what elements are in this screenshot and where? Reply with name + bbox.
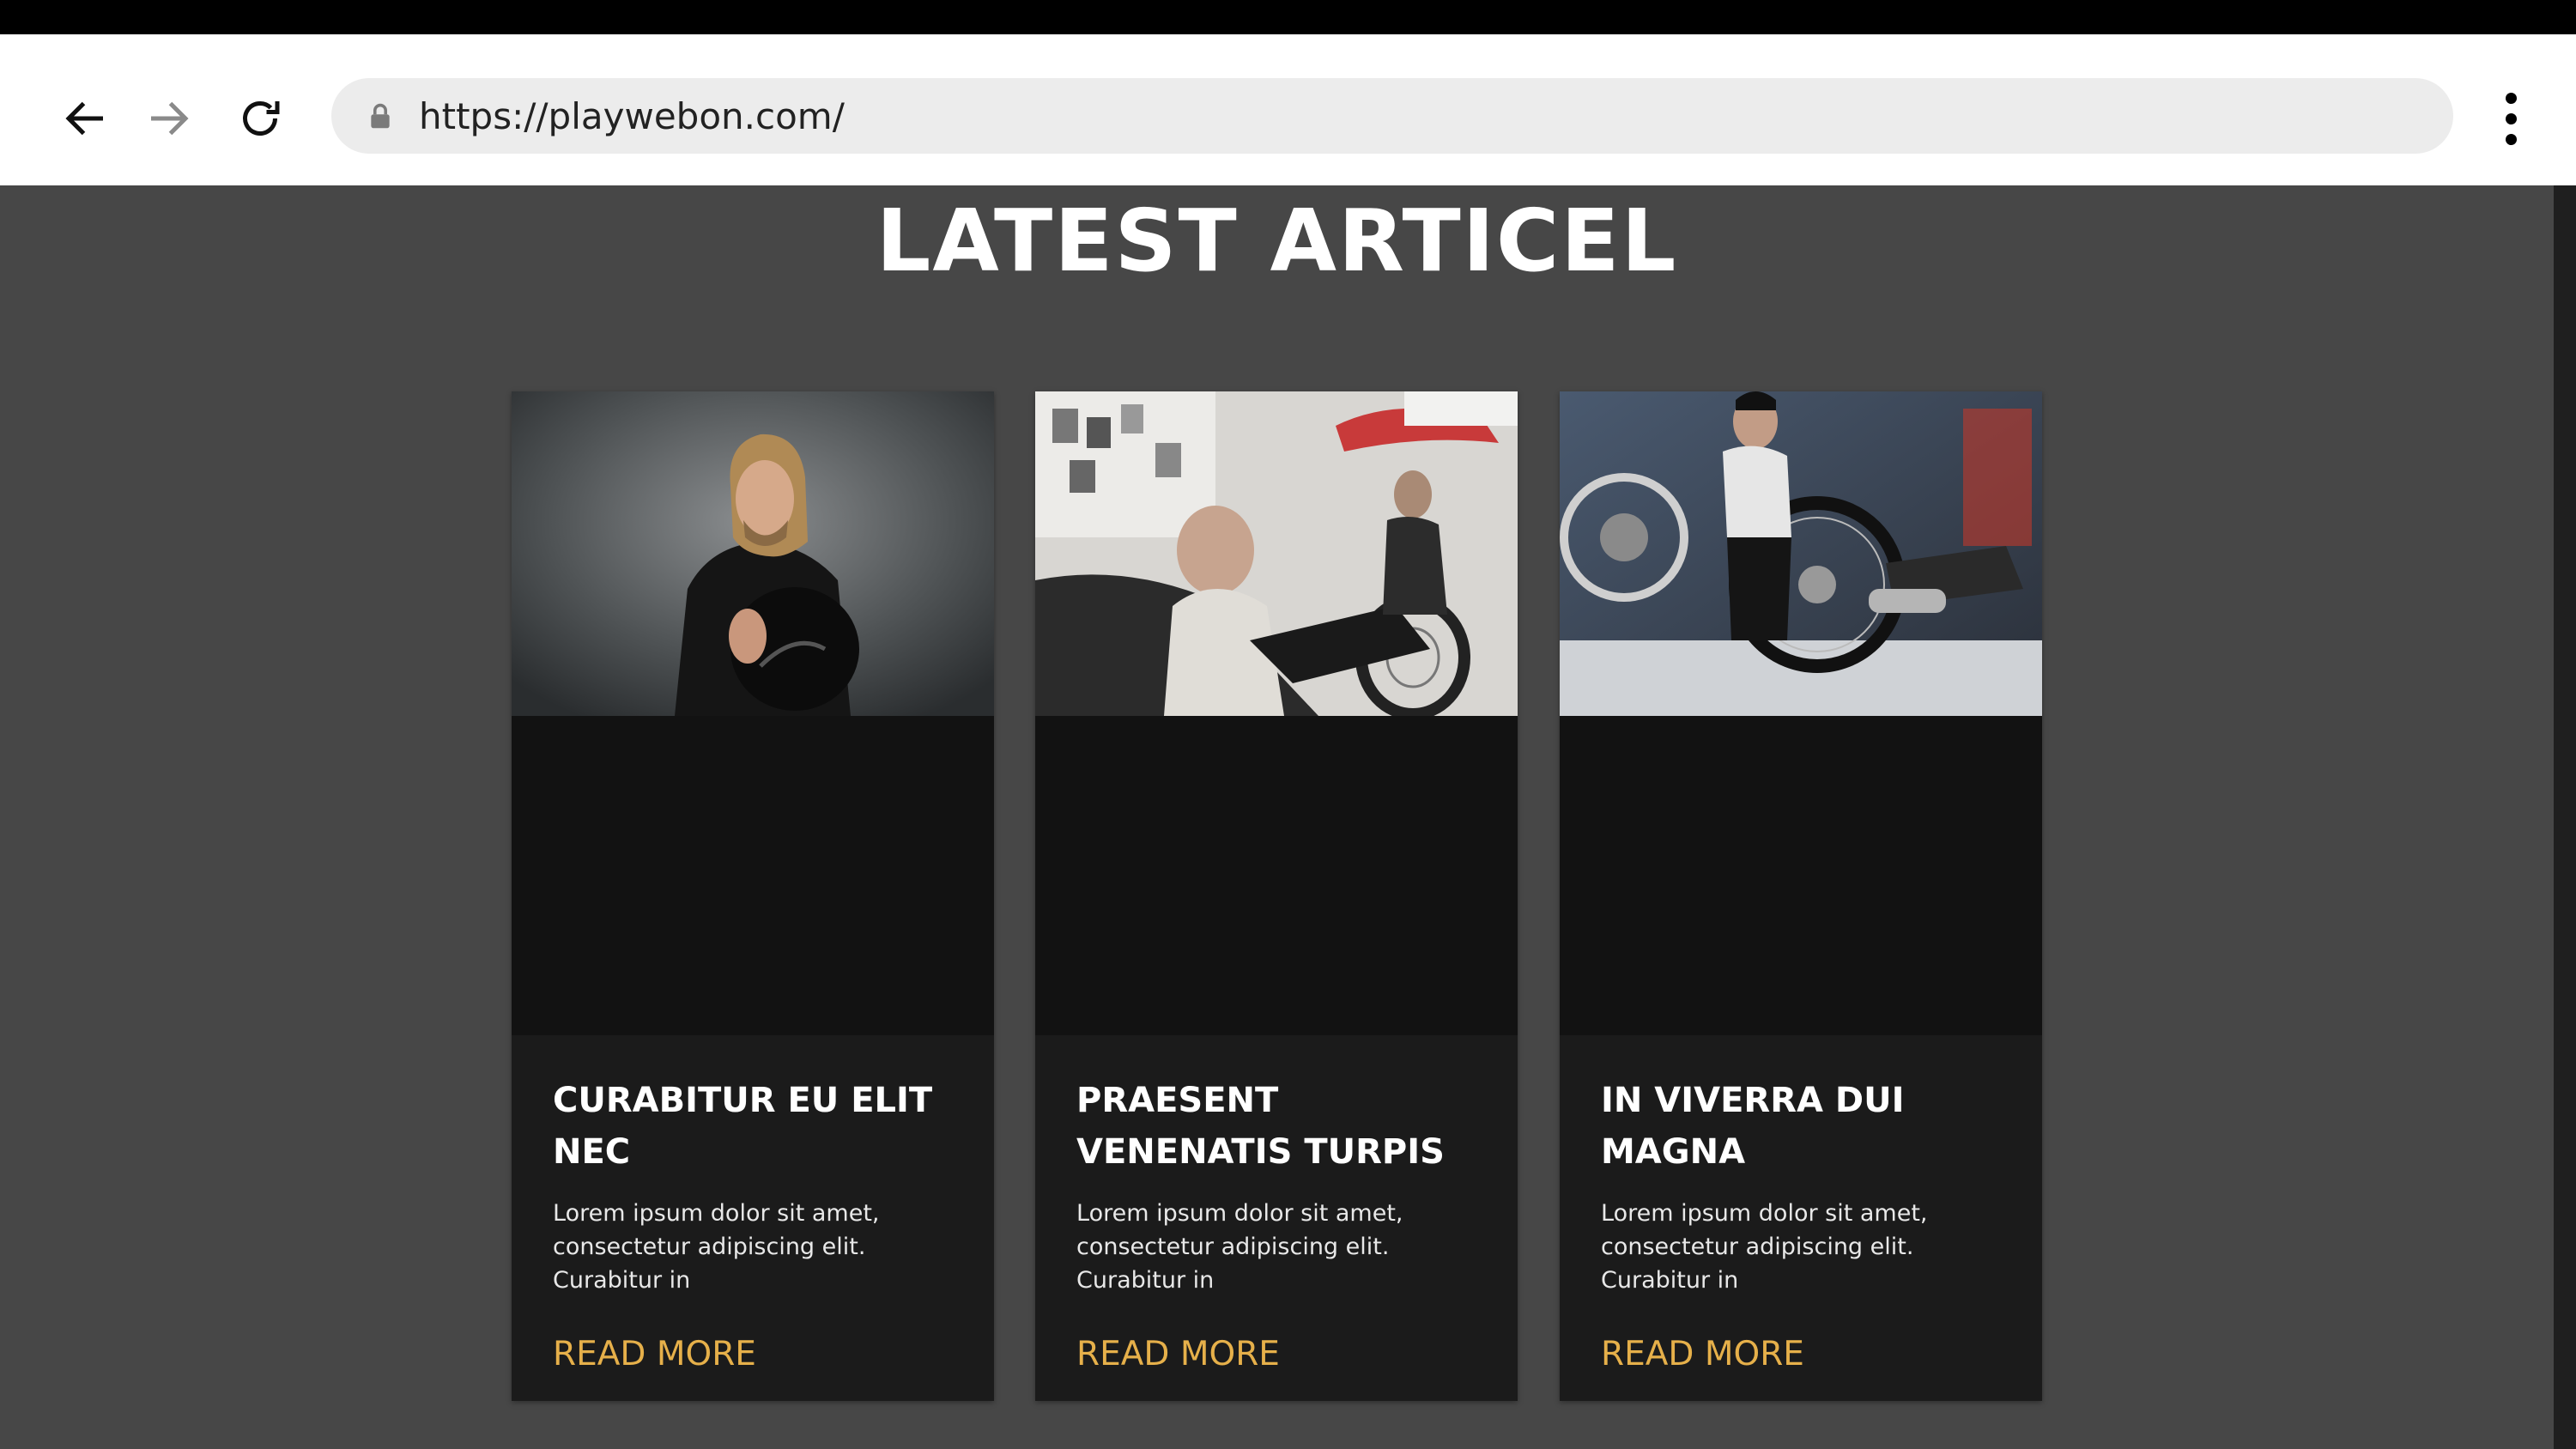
article-image[interactable]	[1560, 391, 2042, 716]
article-image[interactable]	[512, 391, 994, 716]
card-body: PRAESENT VENENATIS TURPIS Lorem ipsum do…	[1076, 1075, 1488, 1373]
article-card: PRAESENT VENENATIS TURPIS Lorem ipsum do…	[1035, 391, 1518, 1401]
address-bar[interactable]: https://playwebon.com/	[331, 78, 2453, 154]
card-body: CURABITUR EU ELIT NEC Lorem ipsum dolor …	[553, 1075, 965, 1373]
read-more-link[interactable]: READ MORE	[1601, 1335, 1804, 1373]
menu-dot-icon	[2505, 112, 2517, 124]
lock-icon	[366, 99, 395, 133]
reload-button[interactable]	[226, 84, 294, 153]
article-image[interactable]	[1035, 391, 1518, 716]
scrollbar[interactable]	[2554, 185, 2576, 1449]
section-title: LATEST ARTICEL	[876, 191, 1678, 291]
more-options-button[interactable]	[2489, 84, 2532, 153]
read-more-link[interactable]: READ MORE	[553, 1335, 756, 1373]
card-body: IN VIVERRA DUI MAGNA Lorem ipsum dolor s…	[1601, 1075, 2013, 1373]
read-more-link[interactable]: READ MORE	[1076, 1335, 1280, 1373]
arrow-left-icon	[65, 101, 103, 136]
article-card: CURABITUR EU ELIT NEC Lorem ipsum dolor …	[512, 391, 994, 1401]
browser-toolbar: https://playwebon.com/	[0, 34, 2576, 185]
menu-dot-icon	[2505, 133, 2517, 145]
article-title[interactable]: PRAESENT VENENATIS TURPIS	[1076, 1075, 1488, 1178]
card-placeholder	[512, 716, 994, 1035]
menu-dot-icon	[2505, 92, 2517, 104]
back-button[interactable]	[52, 84, 120, 153]
card-placeholder	[1560, 716, 2042, 1035]
reload-icon	[243, 101, 280, 136]
article-title[interactable]: IN VIVERRA DUI MAGNA	[1601, 1075, 2013, 1178]
article-card: IN VIVERRA DUI MAGNA Lorem ipsum dolor s…	[1560, 391, 2042, 1401]
article-excerpt: Lorem ipsum dolor sit amet, consectetur …	[1601, 1200, 1928, 1294]
url-text: https://playwebon.com/	[419, 94, 845, 137]
status-bar	[0, 0, 2576, 34]
article-excerpt: Lorem ipsum dolor sit amet, consectetur …	[553, 1200, 880, 1294]
article-title[interactable]: CURABITUR EU ELIT NEC	[553, 1075, 965, 1178]
web-page: LATEST ARTICEL CURABITUR EU ELIT NEC Lor…	[0, 185, 2554, 1449]
card-placeholder	[1035, 716, 1518, 1035]
article-excerpt: Lorem ipsum dolor sit amet, consectetur …	[1076, 1200, 1403, 1294]
arrow-right-icon	[151, 101, 189, 136]
forward-button[interactable]	[134, 84, 203, 153]
